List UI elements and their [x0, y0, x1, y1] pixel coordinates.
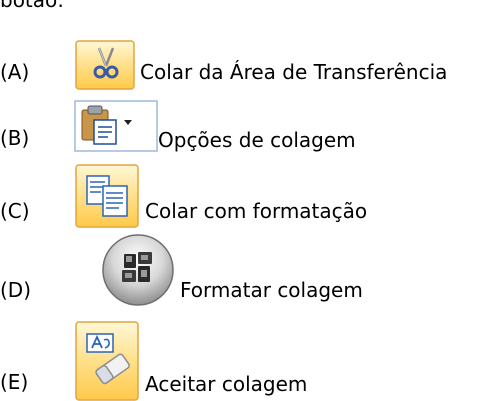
option-e-letter: (E) — [0, 370, 29, 394]
office-button-icon — [100, 232, 176, 308]
question-fragment: botão: — [0, 0, 65, 12]
option-e-label: Aceitar colagem — [145, 372, 308, 396]
option-d: (D) Formatar colagem — [0, 232, 504, 312]
clear-formatting-eraser-icon — [75, 318, 139, 401]
option-a-letter: (A) — [0, 60, 30, 84]
option-b-letter: (B) — [0, 126, 30, 150]
cut-scissors-icon — [75, 40, 135, 90]
copy-documents-icon — [75, 164, 139, 228]
option-d-label: Formatar colagem — [180, 278, 363, 302]
option-c-label: Colar com formatação — [145, 199, 368, 223]
option-a-label: Colar da Área de Transferência — [140, 60, 448, 84]
option-c: (C) Colar com formatação — [0, 164, 504, 230]
option-e: (E) Aceitar colagem — [0, 318, 504, 401]
option-c-letter: (C) — [0, 199, 30, 223]
option-b-label: Opções de colagem — [158, 128, 356, 152]
paste-options-icon — [74, 100, 158, 152]
option-b: (B) Opções de colagem — [0, 100, 504, 160]
option-a: (A) Colar da Área de Transferência — [0, 40, 504, 100]
option-d-letter: (D) — [0, 278, 32, 302]
